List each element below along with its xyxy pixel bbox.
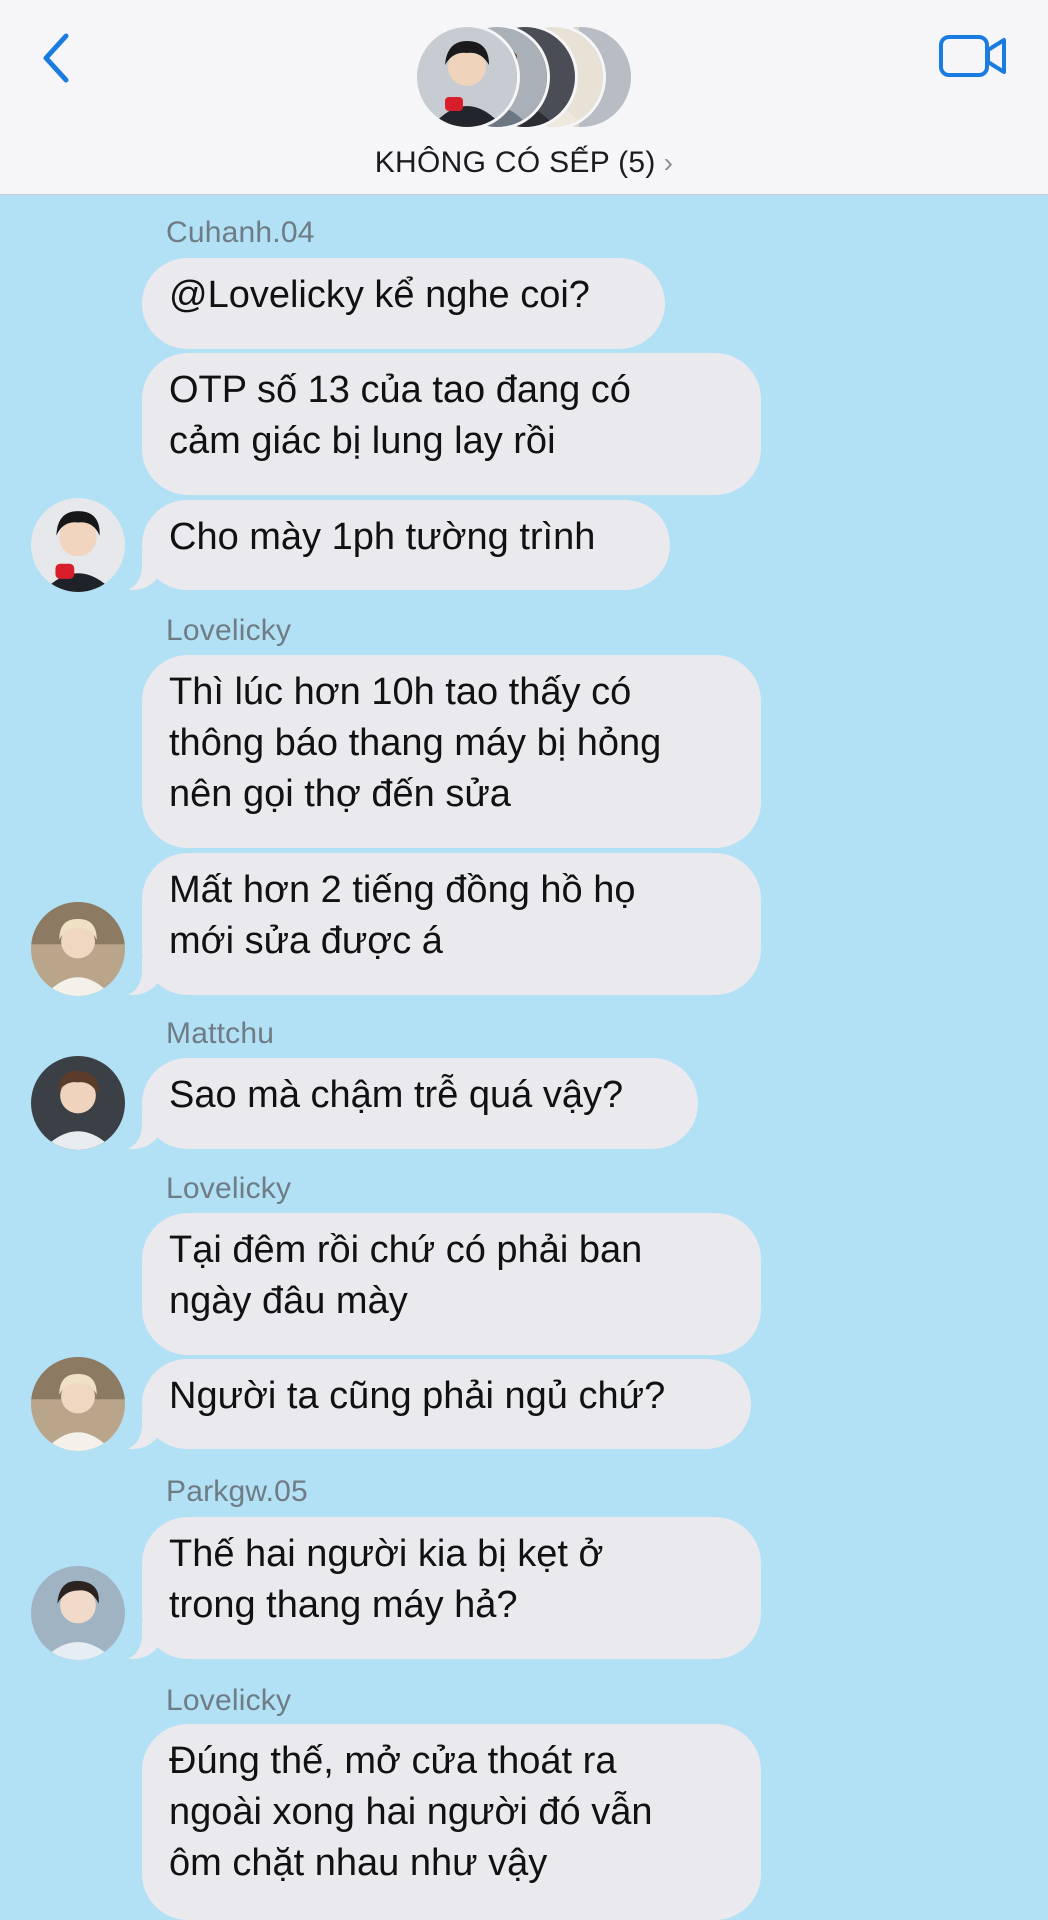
group-name: KHÔNG CÓ SẾP (5) xyxy=(374,146,656,179)
avatar[interactable] xyxy=(31,902,125,996)
message-bubble[interactable]: Sao mà chậm trễ quá vậy? xyxy=(112,1058,698,1149)
chevron-left-icon xyxy=(43,33,69,83)
message-bubble[interactable]: OTP số 13 của tao đang có cảm giác bị lu… xyxy=(142,353,761,495)
sender-name: Lovelicky xyxy=(166,614,292,647)
chat-header: KHÔNG CÓ SẾP (5) › xyxy=(0,0,1048,195)
sender-name: Parkgw.05 xyxy=(166,1475,308,1508)
group-member-avatar xyxy=(414,24,520,130)
message-bubble[interactable]: Người ta cũng phải ngủ chứ? xyxy=(112,1359,751,1449)
chevron-right-icon: › xyxy=(663,147,674,178)
message-bubble[interactable]: Thế hai người kia bị kẹt ở trong thang m… xyxy=(112,1517,761,1659)
message-bubble[interactable]: Cho mày 1ph tường trình xyxy=(112,500,670,590)
sender-name: Lovelicky xyxy=(166,1172,292,1205)
avatar[interactable] xyxy=(31,1357,125,1451)
video-call-button[interactable] xyxy=(938,32,1008,80)
message-bubble[interactable]: Thì lúc hơn 10h tao thấy có thông báo th… xyxy=(142,655,761,848)
back-button[interactable] xyxy=(36,30,76,86)
avatar[interactable] xyxy=(31,1566,125,1660)
group-avatar-stack[interactable] xyxy=(414,24,634,134)
avatar[interactable] xyxy=(31,1056,125,1150)
avatar[interactable] xyxy=(31,498,125,592)
sender-name: Cuhanh.04 xyxy=(166,216,315,249)
message-bubble[interactable]: Tại đêm rồi chứ có phải ban ngày đâu mày xyxy=(142,1213,761,1355)
sender-name: Lovelicky xyxy=(166,1684,292,1717)
message-bubble[interactable]: Đúng thế, mở cửa thoát ra ngoài xong hai… xyxy=(142,1724,761,1920)
video-camera-icon xyxy=(939,35,1006,77)
message-bubble[interactable]: Mất hơn 2 tiếng đồng hồ họ mới sửa được … xyxy=(112,853,761,995)
sender-name: Mattchu xyxy=(166,1017,275,1050)
group-name-button[interactable]: KHÔNG CÓ SẾP (5) › xyxy=(0,146,1048,180)
message-bubble[interactable]: @Lovelicky kể nghe coi? xyxy=(142,258,665,349)
